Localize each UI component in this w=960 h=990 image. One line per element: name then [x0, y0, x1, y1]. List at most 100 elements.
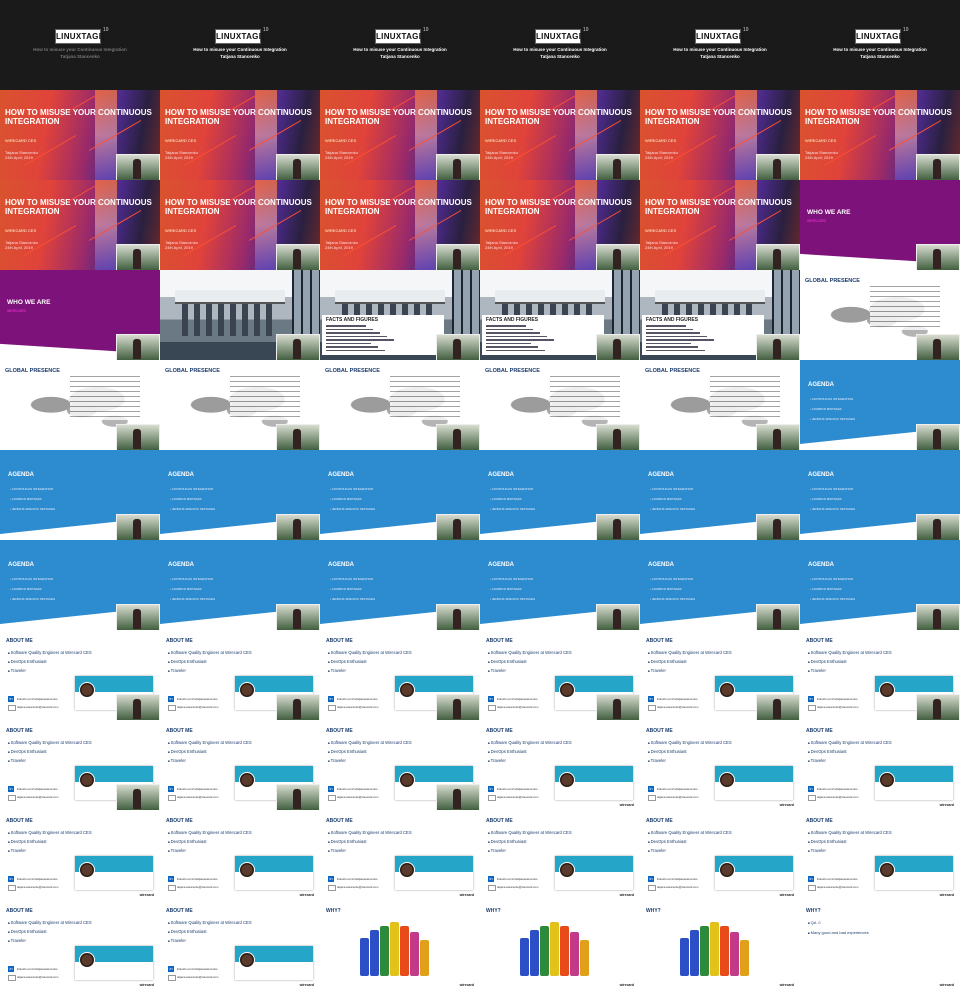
- slide-thumbnail[interactable]: LINUXTAGE 19 How to misuse your Continuous…: [480, 0, 640, 90]
- slide-thumbnail[interactable]: HOW TO MISUSE YOUR CONTINUOUS INTEGRATIO…: [0, 90, 160, 180]
- slide-thumbnail[interactable]: FACTS AND FIGURES: [320, 270, 480, 360]
- slide-thumbnail[interactable]: GLOBAL PRESENCE: [0, 360, 160, 450]
- slide-thumbnail[interactable]: AGENDA • CONTINUOUS INTEGRATION • COMMON M…: [160, 540, 320, 630]
- presenter-figure: [133, 429, 141, 449]
- linkedin-url: linkedin.com/in/tatjanastancenko: [17, 967, 58, 971]
- slide-thumbnail[interactable]: HOW TO MISUSE YOUR CONTINUOUS INTEGRATIO…: [640, 180, 800, 270]
- slide-thumbnail[interactable]: ABOUT ME Software Quality Engineer at Wir…: [480, 720, 640, 810]
- slide-thumbnail[interactable]: ABOUT ME Software Quality Engineer at Wir…: [0, 810, 160, 900]
- wirecard-logo: wirecard: [939, 893, 954, 897]
- email-address: tatjana.stancenko@wirecard.com: [177, 975, 219, 979]
- slide-thumbnail[interactable]: ABOUT ME Software Quality Engineer at Wir…: [320, 720, 480, 810]
- fact-line: [646, 349, 705, 351]
- slide-thumbnail[interactable]: AGENDA • CONTINUOUS INTEGRATION • COMMON M…: [0, 450, 160, 540]
- email-address: tatjana.stancenko@wirecard.com: [337, 885, 379, 889]
- slide-thumbnail[interactable]: AGENDA • CONTINUOUS INTEGRATION • COMMON M…: [800, 540, 960, 630]
- slide-thumbnail[interactable]: HOW TO MISUSE YOUR CONTINUOUS INTEGRATIO…: [480, 90, 640, 180]
- slide-thumbnail[interactable]: LINUXTAGE 19 How to misuse your Continuous…: [640, 0, 800, 90]
- agenda-item: • JENKINS SPECIFIC MISTAKES: [490, 507, 536, 511]
- slide-thumbnail[interactable]: FACTS AND FIGURES: [480, 270, 640, 360]
- slide-thumbnail[interactable]: HOW TO MISUSE YOUR CONTINUOUS INTEGRATIO…: [320, 180, 480, 270]
- slide-thumbnail[interactable]: HOW TO MISUSE YOUR CONTINUOUS INTEGRATIO…: [160, 90, 320, 180]
- lego-brick: [680, 938, 689, 976]
- slide-thumbnail[interactable]: AGENDA • CONTINUOUS INTEGRATION • COMMON M…: [480, 450, 640, 540]
- company-name: WIRECARD CES: [165, 138, 197, 143]
- slide-thumbnail[interactable]: HOW TO MISUSE YOUR CONTINUOUS INTEGRATIO…: [640, 90, 800, 180]
- email-address: tatjana.stancenko@wirecard.com: [817, 795, 859, 799]
- slide-title: GLOBAL PRESENCE: [805, 278, 860, 284]
- slide-thumbnail[interactable]: ABOUT ME Software Quality Engineer at Wir…: [160, 810, 320, 900]
- agenda-item: • COMMON MISTAKES: [490, 497, 522, 501]
- slide-thumbnail[interactable]: ABOUT ME Software Quality Engineer at Wir…: [800, 630, 960, 720]
- slide-title: HOW TO MISUSE YOUR CONTINUOUS INTEGRATIO…: [165, 198, 312, 216]
- slide-thumbnail[interactable]: GLOBAL PRESENCE: [480, 360, 640, 450]
- slide-thumbnail[interactable]: WHY? wirecard: [640, 900, 800, 990]
- agenda-item: • JENKINS SPECIFIC MISTAKES: [650, 597, 696, 601]
- slide-thumbnail[interactable]: WHY? QA ☺ Many good and bad experiences wir…: [800, 900, 960, 990]
- slide-thumbnail[interactable]: AGENDA • CONTINUOUS INTEGRATION • COMMON M…: [320, 450, 480, 540]
- linkedin-url: linkedin.com/in/tatjanastancenko: [817, 787, 858, 791]
- slide-thumbnail[interactable]: ABOUT ME Software Quality Engineer at Wir…: [160, 900, 320, 990]
- slide-thumbnail[interactable]: HOW TO MISUSE YOUR CONTINUOUS INTEGRATIO…: [480, 180, 640, 270]
- slide-thumbnail[interactable]: HOW TO MISUSE YOUR CONTINUOUS INTEGRATIO…: [160, 180, 320, 270]
- slide-thumbnail[interactable]: LINUXTAGE 19 How to misuse your Continuous…: [320, 0, 480, 90]
- fact-line: [486, 335, 547, 337]
- slide-thumbnail[interactable]: HOW TO MISUSE YOUR CONTINUOUS INTEGRATIO…: [800, 90, 960, 180]
- slide-thumbnail[interactable]: WHO WE ARE WIRECARD: [800, 180, 960, 270]
- slide-thumbnail[interactable]: ABOUT ME Software Quality Engineer at Wir…: [0, 720, 160, 810]
- about-bullet: Software Quality Engineer at Wirecard CE…: [168, 740, 252, 745]
- slide-thumbnail[interactable]: LINUXTAGE 19 How to misuse your Continuous…: [0, 0, 160, 90]
- slide-thumbnail[interactable]: AGENDA • CONTINUOUS INTEGRATION • COMMON M…: [800, 360, 960, 450]
- slide-thumbnail[interactable]: LINUXTAGE 19 How to misuse your Continuous…: [160, 0, 320, 90]
- fact-line: [326, 328, 373, 330]
- presenter-figure: [773, 159, 781, 179]
- slide-thumbnail[interactable]: HOW TO MISUSE YOUR CONTINUOUS INTEGRATIO…: [320, 90, 480, 180]
- slide-thumbnail[interactable]: ABOUT ME Software Quality Engineer at Wir…: [800, 720, 960, 810]
- slide-thumbnail[interactable]: AGENDA • CONTINUOUS INTEGRATION • COMMON M…: [0, 540, 160, 630]
- avatar: [399, 772, 415, 788]
- slide-title: ABOUT ME: [806, 818, 833, 824]
- slide-thumbnail[interactable]: GLOBAL PRESENCE: [640, 360, 800, 450]
- lego-brick: [570, 932, 579, 976]
- slide-thumbnail[interactable]: [160, 270, 320, 360]
- slide-thumbnail[interactable]: ABOUT ME Software Quality Engineer at Wir…: [640, 810, 800, 900]
- slide-thumbnail[interactable]: AGENDA • CONTINUOUS INTEGRATION • COMMON M…: [800, 450, 960, 540]
- slide-thumbnail[interactable]: ABOUT ME Software Quality Engineer at Wir…: [800, 810, 960, 900]
- camera-overlay: [116, 784, 160, 810]
- slide-thumbnail[interactable]: ABOUT ME Software Quality Engineer at Wir…: [160, 720, 320, 810]
- fact-line: [646, 339, 714, 341]
- slide-thumbnail[interactable]: AGENDA • CONTINUOUS INTEGRATION • COMMON M…: [320, 540, 480, 630]
- slide-thumbnail[interactable]: FACTS AND FIGURES: [640, 270, 800, 360]
- slide-thumbnail[interactable]: WHO WE ARE WIRECARD: [0, 270, 160, 360]
- slide-thumbnail[interactable]: ABOUT ME Software Quality Engineer at Wir…: [0, 630, 160, 720]
- slide-thumbnail[interactable]: HOW TO MISUSE YOUR CONTINUOUS INTEGRATIO…: [0, 180, 160, 270]
- slide-thumbnail[interactable]: AGENDA • CONTINUOUS INTEGRATION • COMMON M…: [640, 450, 800, 540]
- slide-thumbnail[interactable]: ABOUT ME Software Quality Engineer at Wir…: [0, 900, 160, 990]
- slide-thumbnail[interactable]: ABOUT ME Software Quality Engineer at Wir…: [480, 810, 640, 900]
- slide-thumbnail[interactable]: GLOBAL PRESENCE: [800, 270, 960, 360]
- slide-thumbnail[interactable]: GLOBAL PRESENCE: [160, 360, 320, 450]
- slide-thumbnail[interactable]: GLOBAL PRESENCE: [320, 360, 480, 450]
- slide-thumbnail[interactable]: ABOUT ME Software Quality Engineer at Wir…: [320, 630, 480, 720]
- slide-thumbnail[interactable]: ABOUT ME Software Quality Engineer at Wir…: [640, 720, 800, 810]
- slide-title: AGENDA: [488, 472, 515, 478]
- slide-title: WHO WE ARE: [7, 299, 51, 306]
- presenter-figure: [613, 609, 621, 629]
- avatar: [879, 682, 895, 698]
- mail-icon: [328, 795, 336, 801]
- linkedin-card: [235, 856, 313, 890]
- linkedin-icon: in: [168, 876, 174, 882]
- slide-thumbnail[interactable]: LINUXTAGE 19 How to misuse your Continuous…: [800, 0, 960, 90]
- slide-thumbnail[interactable]: ABOUT ME Software Quality Engineer at Wir…: [480, 630, 640, 720]
- about-bullet: DevOps Enthusiast: [808, 839, 847, 844]
- slide-thumbnail[interactable]: AGENDA • CONTINUOUS INTEGRATION • COMMON M…: [640, 540, 800, 630]
- slide-thumbnail[interactable]: AGENDA • CONTINUOUS INTEGRATION • COMMON M…: [480, 540, 640, 630]
- slide-thumbnail[interactable]: ABOUT ME Software Quality Engineer at Wir…: [640, 630, 800, 720]
- slide-thumbnail[interactable]: ABOUT ME Software Quality Engineer at Wir…: [320, 810, 480, 900]
- slide-thumbnail[interactable]: AGENDA • CONTINUOUS INTEGRATION • COMMON M…: [160, 450, 320, 540]
- slide-thumbnail[interactable]: WHY? wirecard: [480, 900, 640, 990]
- slide-thumbnail[interactable]: WHY? wirecard: [320, 900, 480, 990]
- slide-thumbnail[interactable]: ABOUT ME Software Quality Engineer at Wir…: [160, 630, 320, 720]
- presenter-figure: [933, 339, 941, 359]
- lego-brick: [690, 930, 699, 976]
